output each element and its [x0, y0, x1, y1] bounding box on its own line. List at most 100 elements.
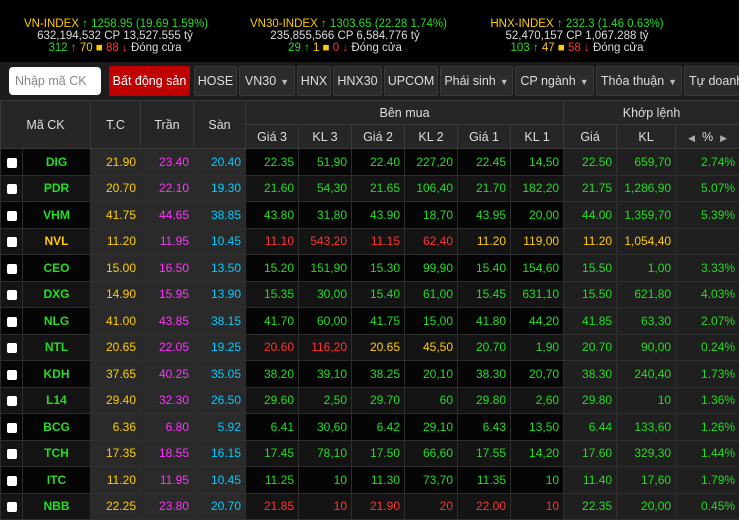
tab-thoa-thuan[interactable]: Thỏa thuận▼: [596, 66, 682, 96]
floor-price-cell: 20.70: [194, 493, 246, 520]
row-checkbox[interactable]: [7, 317, 17, 327]
table-row[interactable]: NBB22.2523.8020.7021.851021.902022.00102…: [1, 493, 739, 520]
tab-vn30[interactable]: VN30▼: [239, 66, 295, 96]
floor-price-cell: 5.92: [194, 414, 246, 441]
header-floor[interactable]: Sàn: [194, 101, 246, 149]
row-checkbox[interactable]: [7, 211, 17, 221]
checkbox[interactable]: [1, 175, 23, 202]
bid-price2-cell: 21.65: [352, 175, 405, 202]
header-vol1[interactable]: KL 1: [511, 125, 564, 149]
row-checkbox[interactable]: [7, 449, 17, 459]
checkbox[interactable]: [1, 387, 23, 414]
tab-cp-nganh[interactable]: CP ngành▼: [515, 66, 594, 96]
symbol-cell[interactable]: ITC: [23, 467, 91, 494]
bid-price1-cell: 15.45: [458, 281, 511, 308]
symbol-cell[interactable]: CEO: [23, 255, 91, 282]
bid-vol2-cell: 61,00: [405, 281, 458, 308]
row-checkbox[interactable]: [7, 502, 17, 512]
up-arrow-icon: ↑: [304, 42, 310, 54]
bid-price3-cell: 11.10: [246, 228, 299, 255]
tab-hnx[interactable]: HNX: [297, 66, 331, 96]
row-checkbox[interactable]: [7, 423, 17, 433]
checkbox[interactable]: [1, 467, 23, 494]
table-row[interactable]: CEO15.0016.5013.5015.20151,9015.3099,901…: [1, 255, 739, 282]
header-price3[interactable]: Giá 3: [246, 125, 299, 149]
row-checkbox[interactable]: [7, 290, 17, 300]
header-price1[interactable]: Giá 1: [458, 125, 511, 149]
table-row[interactable]: TCH17.3518.5516.1517.4578,1017.5066,6017…: [1, 440, 739, 467]
row-checkbox[interactable]: [7, 396, 17, 406]
sort-right-icon[interactable]: ▶: [720, 133, 727, 143]
checkbox[interactable]: [1, 149, 23, 176]
symbol-cell[interactable]: PDR: [23, 175, 91, 202]
symbol-cell[interactable]: L14: [23, 387, 91, 414]
checkbox[interactable]: [1, 228, 23, 255]
table-row[interactable]: NLG41.0043.8538.1541.7060,0041.7515,0041…: [1, 308, 739, 335]
match-price-cell: 11.40: [564, 467, 617, 494]
tab-phai-sinh[interactable]: Phái sinh▼: [440, 66, 513, 96]
header-match-pct[interactable]: ◀ % ▶: [676, 125, 739, 149]
symbol-cell[interactable]: BCG: [23, 414, 91, 441]
sort-left-icon[interactable]: ◀: [688, 133, 695, 143]
tab-tu-doanh[interactable]: Tự doanh: [684, 66, 739, 96]
row-checkbox[interactable]: [7, 237, 17, 247]
table-row[interactable]: NVL11.2011.9510.4511.10543,2011.1562,401…: [1, 228, 739, 255]
table-row[interactable]: DIG21.9023.4020.4022.3551,9022.40227,202…: [1, 149, 739, 176]
checkbox[interactable]: [1, 414, 23, 441]
table-row[interactable]: KDH37.6540.2535.0538.2039,1038.2520,1038…: [1, 361, 739, 388]
header-price2[interactable]: Giá 2: [352, 125, 405, 149]
checkbox[interactable]: [1, 308, 23, 335]
checkbox[interactable]: [1, 281, 23, 308]
symbol-cell[interactable]: DIG: [23, 149, 91, 176]
table-row[interactable]: VHM41.7544.6538.8543.8031,8043.9018,7043…: [1, 202, 739, 229]
header-ceiling[interactable]: Trần: [141, 101, 194, 149]
bid-price3-cell: 20.60: [246, 334, 299, 361]
header-vol3[interactable]: KL 3: [299, 125, 352, 149]
checkbox[interactable]: [1, 202, 23, 229]
symbol-cell[interactable]: VHM: [23, 202, 91, 229]
row-checkbox[interactable]: [7, 343, 17, 353]
symbol-search-input[interactable]: [9, 67, 101, 95]
table-row[interactable]: L1429.4032.3026.5029.602,5029.706029.802…: [1, 387, 739, 414]
tab-hnx30[interactable]: HNX30: [333, 66, 382, 96]
table-row[interactable]: ITC11.2011.9510.4511.251011.3073,7011.35…: [1, 467, 739, 494]
symbol-cell[interactable]: NBB: [23, 493, 91, 520]
header-match-vol[interactable]: KL: [617, 125, 676, 149]
header-vol2[interactable]: KL 2: [405, 125, 458, 149]
bid-price3-cell: 21.60: [246, 175, 299, 202]
symbol-cell[interactable]: NTL: [23, 334, 91, 361]
checkbox[interactable]: [1, 440, 23, 467]
symbol-cell[interactable]: NVL: [23, 228, 91, 255]
symbol-cell[interactable]: NLG: [23, 308, 91, 335]
row-checkbox[interactable]: [7, 476, 17, 486]
index-vn30[interactable]: VN30-INDEX ↑ 1303.65 (22.28 1.74%) 235,8…: [250, 18, 440, 54]
header-symbol[interactable]: Mã CK: [1, 101, 91, 149]
table-row[interactable]: BCG6.366.805.926.4130,606.4229,106.4313,…: [1, 414, 739, 441]
floor-price-cell: 38.15: [194, 308, 246, 335]
tab-bat-dong-san[interactable]: Bất động sản: [109, 66, 190, 96]
header-match-price[interactable]: Giá: [564, 125, 617, 149]
checkbox[interactable]: [1, 255, 23, 282]
row-checkbox[interactable]: [7, 184, 17, 194]
checkbox[interactable]: [1, 334, 23, 361]
table-row[interactable]: PDR20.7022.1019.3021.6054,3021.65106,402…: [1, 175, 739, 202]
table-row[interactable]: NTL20.6522.0519.2520.60116,2020.6545,502…: [1, 334, 739, 361]
checkbox[interactable]: [1, 361, 23, 388]
symbol-cell[interactable]: TCH: [23, 440, 91, 467]
row-checkbox[interactable]: [7, 264, 17, 274]
checkbox[interactable]: [1, 493, 23, 520]
match-pct-cell: 4.03%: [676, 281, 739, 308]
tab-hose[interactable]: HOSE: [194, 66, 237, 96]
tab-upcom[interactable]: UPCOM: [384, 66, 438, 96]
symbol-cell[interactable]: DXG: [23, 281, 91, 308]
ceiling-price-cell: 23.80: [141, 493, 194, 520]
symbol-cell[interactable]: KDH: [23, 361, 91, 388]
table-row[interactable]: DXG14.9015.9513.9015.3530,0015.4061,0015…: [1, 281, 739, 308]
ceiling-price-cell: 16.50: [141, 255, 194, 282]
header-ref[interactable]: T.C: [91, 101, 141, 149]
index-vnindex[interactable]: VN-INDEX ↑ 1258.95 (19.69 1.59%) 632,194…: [24, 18, 206, 54]
row-checkbox[interactable]: [7, 158, 17, 168]
index-hnx[interactable]: HNX-INDEX ↑ 232.3 (1.46 0.63%) 52,470,15…: [490, 18, 664, 54]
row-checkbox[interactable]: [7, 370, 17, 380]
bid-price3-cell: 41.70: [246, 308, 299, 335]
